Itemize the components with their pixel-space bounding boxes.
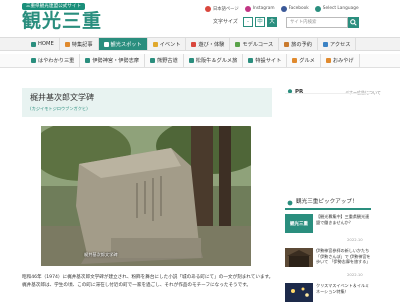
pr-divider	[285, 93, 371, 94]
nav-item-ise[interactable]: 伊勢神宮・伊勢志摩	[80, 54, 146, 67]
site-logo[interactable]: 観光三重	[22, 9, 102, 33]
sns-link-language[interactable]: Select Language	[314, 5, 359, 12]
spot-icon	[103, 41, 109, 47]
pickup-item[interactable]: 観光三重 【観光募集中】三重県観光連盟で働きませんか？ 2022.10	[285, 214, 375, 244]
font-size-large-button[interactable]: 大	[267, 17, 277, 27]
font-size-medium-button[interactable]: 中	[255, 17, 265, 27]
page-subtitle: (カジイモトジロウブンガクヒ)	[30, 106, 88, 111]
pickup-thumbnail: 観光三重	[285, 214, 313, 233]
pickup-date: 2022.10	[347, 272, 363, 277]
pin-icon	[287, 200, 293, 205]
search-button[interactable]	[348, 17, 359, 28]
nav-item-home[interactable]: HOME	[26, 38, 60, 50]
course-icon	[235, 41, 241, 47]
font-size-small-button[interactable]: -	[243, 17, 253, 27]
nav-item-kumano[interactable]: 熊野古道	[145, 54, 184, 67]
gourmet-icon	[292, 58, 298, 63]
instagram-icon	[244, 5, 251, 12]
sns-link-facebook[interactable]: Facebook	[280, 5, 309, 12]
pickup-text: クリスマスイベント＆イルミネーション特集！	[316, 283, 370, 294]
nav-item-events[interactable]: イベント	[148, 38, 187, 50]
sns-link-instagram[interactable]: Instagram	[244, 5, 275, 12]
pickup-heading: 観光三重ピックアップ！	[287, 199, 358, 206]
pickup-divider	[285, 208, 371, 210]
primary-nav: HOME 特集記事 観光スポット イベント 遊び・体験 モデルコース 旅の予約 …	[0, 37, 400, 51]
map-icon	[31, 58, 36, 63]
pickup-thumbnail	[285, 283, 313, 302]
pickup-text: 【観光募集中】三重県観光連盟で働きませんか？	[316, 214, 370, 225]
secondary-nav: はやわかり三重 伊勢神宮・伊勢志摩 熊野古道 松阪牛＆グルメ旅 特設サイト グル…	[0, 54, 400, 68]
nav-item-souvenir[interactable]: おみやげ	[321, 54, 360, 67]
globe-icon	[314, 5, 321, 12]
font-size-label: 文字サイズ	[213, 19, 238, 25]
site-header: 三重県観光連盟公式サイト 観光三重 日本語ページ Instagram Faceb…	[0, 0, 400, 36]
flag-icon	[205, 5, 211, 12]
pr-pin-icon	[287, 89, 293, 94]
trail-icon	[150, 58, 156, 63]
photo-caption: 梶井基次郎文学碑	[84, 252, 118, 257]
nav-item-special-sites[interactable]: 特設サイト	[243, 54, 288, 67]
spot-photo	[41, 126, 251, 266]
feature-icon	[64, 41, 70, 47]
pickup-item[interactable]: クリスマスイベント＆イルミネーション特集！	[285, 283, 375, 302]
nav-item-access[interactable]: アクセス	[318, 38, 357, 50]
access-icon	[322, 41, 328, 47]
special-icon	[248, 58, 254, 63]
facebook-icon	[280, 5, 287, 12]
pickup-item[interactable]: 伊勢神宮参拝の新しいかたち「伊勢さんぽ」で 伊勢神宮を歩いて 「伊勢志摩を旅する…	[285, 248, 375, 278]
reservation-icon	[284, 41, 290, 47]
nav-item-gourmet[interactable]: グルメ	[287, 54, 321, 67]
nav-item-experience[interactable]: 遊び・体験	[186, 38, 231, 50]
nav-item-matsusaka[interactable]: 松阪牛＆グルメ旅	[184, 54, 244, 67]
nav-item-quick-mie[interactable]: はやわかり三重	[26, 54, 81, 67]
pickup-text: 伊勢神宮参拝の新しいかたち「伊勢さんぽ」で 伊勢神宮を歩いて 「伊勢志摩を旅する…	[316, 248, 371, 264]
nav-item-reservation[interactable]: 旅の予約	[279, 38, 318, 50]
page-title: 梶井基次郎文学碑	[30, 93, 94, 102]
nav-item-model-course[interactable]: モデルコース	[230, 38, 280, 50]
souvenir-icon	[325, 58, 331, 63]
sns-link-japanese[interactable]: 日本語ページ	[205, 5, 239, 12]
pickup-date: 2022.10	[347, 237, 363, 242]
beef-icon	[188, 58, 194, 63]
experience-icon	[191, 41, 197, 47]
event-icon	[152, 41, 158, 47]
article-body: 昭和46年（1974）に梶井基次郎文学碑が建立され、粉飾を舞台にした小説「城のあ…	[22, 275, 274, 288]
search-icon	[350, 19, 357, 26]
nav-item-spots[interactable]: 観光スポット	[98, 38, 148, 50]
sns-links: 日本語ページ Instagram Facebook Select Languag…	[205, 5, 359, 12]
nav-item-features[interactable]: 特集記事	[60, 38, 99, 50]
shrine-icon	[85, 58, 91, 63]
pickup-thumbnail	[285, 248, 313, 267]
home-icon	[31, 41, 36, 47]
search-input[interactable]: サイト内検索	[286, 17, 348, 28]
